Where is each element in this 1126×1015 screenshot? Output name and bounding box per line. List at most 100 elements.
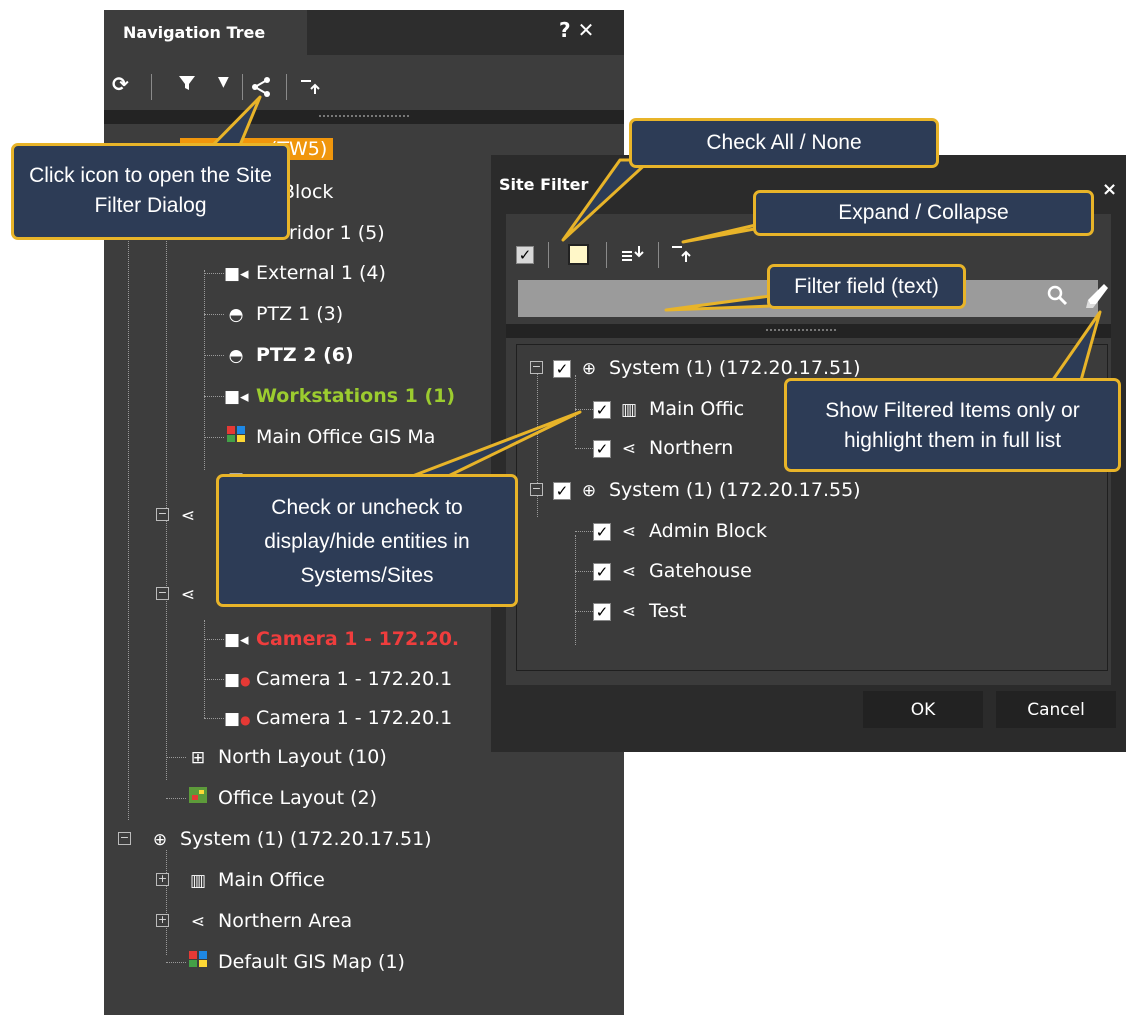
- site-icon: ⋖: [180, 506, 196, 526]
- tree-row-gis-map[interactable]: Default GIS Map (1): [186, 943, 405, 981]
- callout-filter-field: Filter field (text): [767, 264, 966, 309]
- tree-row-label: Admin Block: [649, 520, 767, 542]
- tree-row-gis-map[interactable]: Main Office GIS Ma: [224, 418, 435, 456]
- collapse-expander[interactable]: −: [156, 587, 169, 600]
- camera-icon: ■◂: [224, 630, 249, 650]
- tree-branch: [575, 611, 593, 612]
- toolbar-separator: [242, 74, 243, 100]
- collapse-up-icon[interactable]: [670, 244, 694, 268]
- checkbox[interactable]: ✓: [553, 359, 571, 378]
- tree-row-ptz[interactable]: ◓ PTZ 2 (6): [224, 336, 354, 374]
- expand-expander[interactable]: +: [156, 873, 169, 886]
- tree-row-label: Northern: [649, 437, 734, 459]
- toolbar-separator: [606, 242, 607, 268]
- toolbar-separator: [151, 74, 152, 100]
- refresh-icon[interactable]: ⟳: [112, 72, 129, 96]
- panel-tab-title[interactable]: Navigation Tree: [104, 10, 307, 55]
- camera-icon: ■◂: [224, 387, 249, 407]
- tree-branch: [575, 448, 593, 449]
- tree-row-camera-error[interactable]: ■● Camera 1 - 172.20.1: [224, 699, 452, 737]
- splitter-grip: [319, 115, 409, 119]
- caret-down-icon[interactable]: ▼: [218, 74, 229, 90]
- tree-row-label: Camera 1 - 172.20.1: [256, 707, 453, 729]
- tree-row-label: Test: [649, 600, 687, 622]
- panel-title-buttons[interactable]: ? ✕: [559, 18, 594, 42]
- expand-down-icon[interactable]: [620, 244, 646, 268]
- tree-row-label: North Layout (10): [218, 746, 387, 768]
- checkbox[interactable]: ✓: [593, 562, 611, 581]
- filter-row-system[interactable]: ✓ ⊕ System (1) (172.20.17.55): [553, 471, 861, 509]
- expand-expander[interactable]: +: [156, 914, 169, 927]
- search-icon[interactable]: [1046, 284, 1068, 312]
- tree-row-system[interactable]: ⊕ System (1) (172.20.17.51): [148, 820, 432, 858]
- collapse-expander[interactable]: −: [530, 483, 543, 496]
- dialog-title: Site Filter: [499, 175, 589, 194]
- close-icon[interactable]: ×: [1102, 179, 1117, 200]
- tree-branch: [204, 679, 224, 680]
- site-tree-icon[interactable]: [250, 76, 274, 102]
- ptz-icon: ◓: [228, 305, 244, 325]
- tree-row-ptz[interactable]: ◓ PTZ 1 (3): [224, 295, 344, 333]
- building-icon: ▥: [189, 871, 207, 891]
- funnel-icon[interactable]: [176, 72, 198, 99]
- tree-row-site-partial[interactable]: ⋖: [176, 575, 208, 613]
- callout-expand-collapse: Expand / Collapse: [753, 190, 1094, 236]
- tree-row-label: System (1) (172.20.17.51): [609, 357, 861, 379]
- tree-row-workstation[interactable]: ■◂ Workstations 1 (1): [224, 377, 455, 415]
- tree-row-camera[interactable]: ■◂ External 1 (4): [224, 254, 386, 292]
- tree-guide-line: [166, 850, 167, 955]
- tree-row-camera-alert[interactable]: ■◂ Camera 1 - 172.20.: [224, 620, 459, 658]
- callout-show-filtered: Show Filtered Items only or highlight th…: [784, 378, 1121, 472]
- site-icon: ⋖: [621, 522, 637, 542]
- tree-row-label: Workstations 1 (1): [256, 385, 456, 407]
- checkbox[interactable]: ✓: [553, 481, 571, 500]
- tree-row-label: PTZ 2 (6): [256, 344, 354, 366]
- collapse-expander[interactable]: −: [530, 361, 543, 374]
- building-icon: ▥: [620, 400, 638, 420]
- tree-row-label: Office Layout (2): [218, 787, 378, 809]
- tree-guide-line: [204, 620, 205, 718]
- filter-splitter[interactable]: [506, 324, 1111, 338]
- ok-button[interactable]: OK: [863, 691, 983, 728]
- check-all-icon[interactable]: ✓: [516, 246, 534, 264]
- tree-row-camera-error[interactable]: ■● Camera 1 - 172.20.1: [224, 660, 452, 698]
- site-icon: ⋖: [180, 585, 196, 605]
- filter-row-site[interactable]: ✓ ⋖ Northern: [593, 429, 733, 467]
- tree-row-site[interactable]: ridor 1 (5): [289, 214, 385, 252]
- checkbox[interactable]: ✓: [593, 522, 611, 541]
- site-icon: ⋖: [190, 912, 206, 932]
- collapse-up-icon[interactable]: [299, 78, 323, 102]
- filter-row-site[interactable]: ✓ ⋖ Gatehouse: [593, 552, 752, 590]
- tree-guide-line: [128, 160, 129, 820]
- filter-row-building[interactable]: ✓ ▥ Main Offic: [593, 390, 744, 428]
- tree-row-label: Main Office: [218, 869, 325, 891]
- tree-row-site-partial[interactable]: ⋖: [176, 496, 208, 534]
- tree-branch: [575, 409, 593, 410]
- toolbar-separator: [286, 74, 287, 100]
- check-none-icon[interactable]: [568, 244, 589, 265]
- checkbox[interactable]: ✓: [593, 400, 611, 419]
- collapse-expander[interactable]: −: [156, 508, 169, 521]
- tree-row-building[interactable]: ▥ Main Office: [186, 861, 325, 899]
- layout-icon: ⊞: [190, 748, 206, 768]
- toolbar-separator: [548, 242, 549, 268]
- cancel-button[interactable]: Cancel: [996, 691, 1116, 728]
- collapse-expander[interactable]: −: [118, 832, 131, 845]
- checkbox[interactable]: ✓: [593, 439, 611, 458]
- tree-row-label: Default GIS Map (1): [218, 951, 405, 973]
- system-icon: ⊕: [152, 830, 168, 850]
- tree-row-layout[interactable]: ⊞ North Layout (10): [186, 738, 387, 776]
- eraser-icon[interactable]: [1084, 282, 1110, 318]
- tree-row-layout[interactable]: Office Layout (2): [186, 779, 377, 817]
- site-icon: ⋖: [621, 602, 637, 622]
- nav-toolbar: ⟳ ▼: [104, 62, 624, 112]
- checkbox[interactable]: ✓: [593, 602, 611, 621]
- panel-splitter[interactable]: [104, 110, 624, 124]
- camera-icon: ■◂: [224, 264, 249, 284]
- tree-row-site[interactable]: ⋖ Northern Area: [186, 902, 352, 940]
- filter-row-site[interactable]: ✓ ⋖ Test: [593, 592, 686, 630]
- filter-row-site[interactable]: ✓ ⋖ Admin Block: [593, 512, 767, 550]
- tree-row-label: Main Offic: [649, 398, 745, 420]
- tree-guide-line: [204, 270, 205, 470]
- splitter-grip: [766, 329, 836, 333]
